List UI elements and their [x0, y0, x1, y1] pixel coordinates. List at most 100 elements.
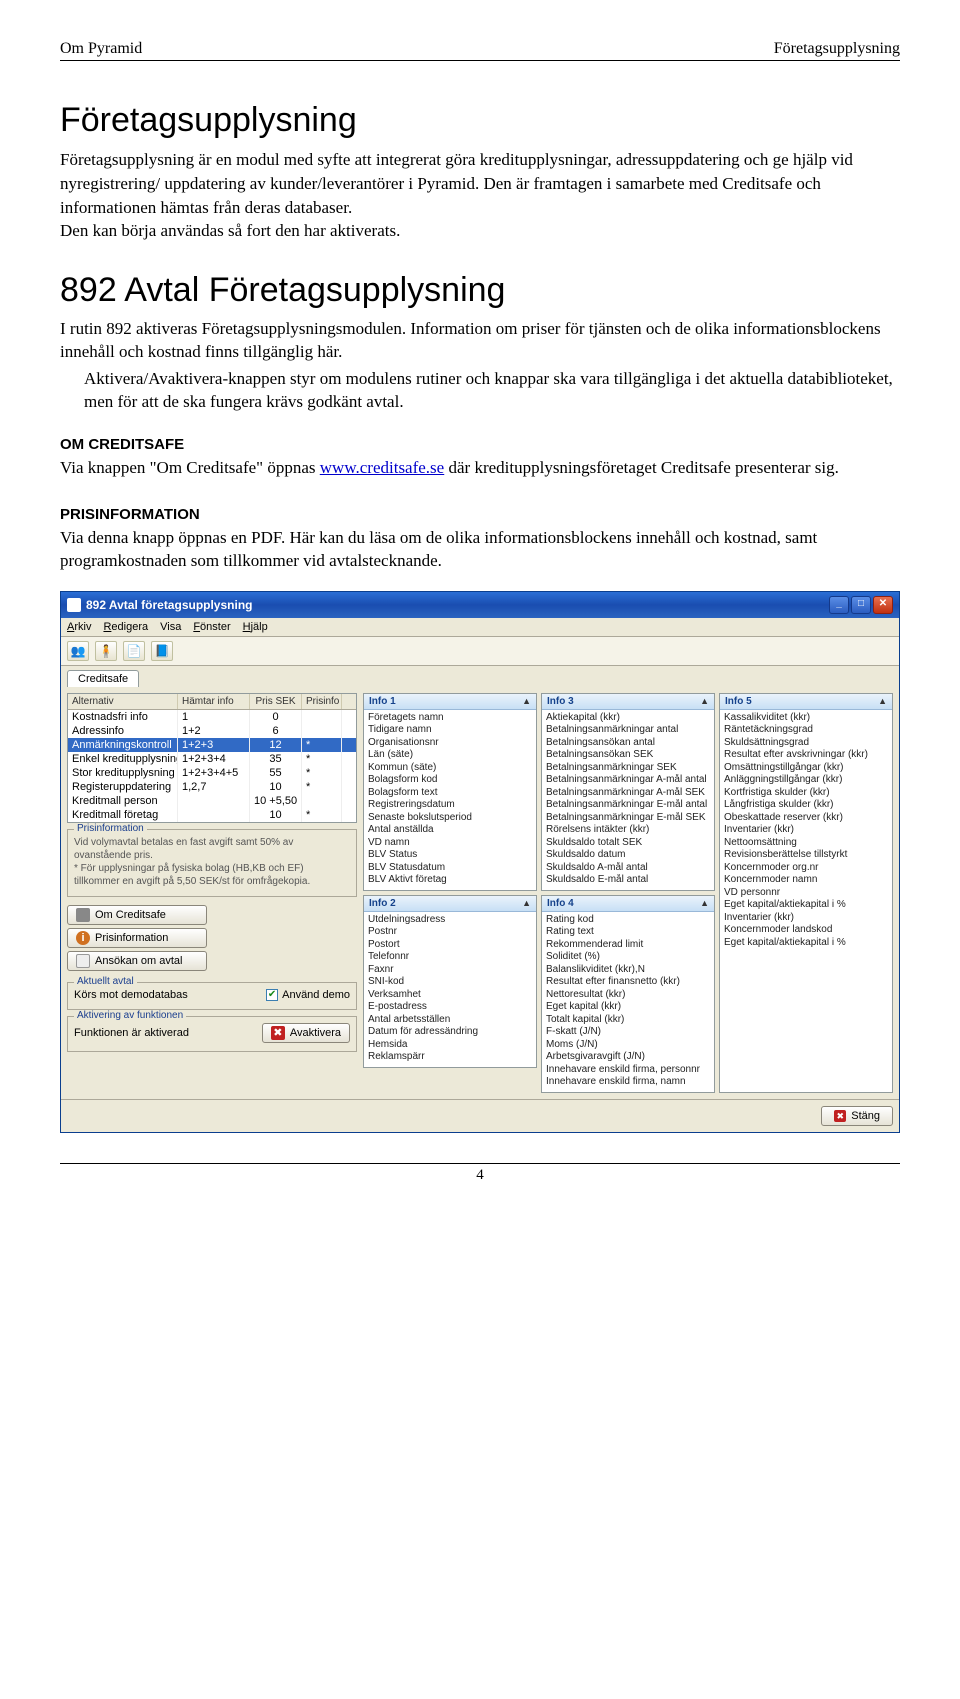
- menu-arkiv[interactable]: Arkiv: [67, 621, 91, 633]
- list-item: Omsättningstillgångar (kkr): [724, 762, 888, 775]
- list-item: Reklamspärr: [368, 1051, 532, 1064]
- alternatives-grid: Alternativ Hämtar info Pris SEK Prisinfo…: [67, 693, 357, 823]
- info5-box: Info 5▲ Kassalikviditet (kkr)Räntetäckni…: [719, 693, 893, 1093]
- list-item: Kommun (säte): [368, 762, 532, 775]
- stang-button[interactable]: ✖ Stäng: [821, 1106, 893, 1126]
- list-item: Hemsida: [368, 1039, 532, 1052]
- grid-header: Alternativ Hämtar info Pris SEK Prisinfo: [68, 694, 356, 710]
- list-item: Antal anställda: [368, 824, 532, 837]
- list-item: Resultat efter avskrivningar (kkr): [724, 749, 888, 762]
- list-item: F-skatt (J/N): [546, 1026, 710, 1039]
- tabstrip: Creditsafe: [61, 666, 899, 687]
- scroll-icon[interactable]: ▲: [522, 696, 531, 706]
- list-item: Senaste bokslutsperiod: [368, 812, 532, 825]
- list-item: Skuldsaldo datum: [546, 849, 710, 862]
- table-row[interactable]: Anmärkningskontroll1+2+312*: [68, 738, 356, 752]
- avaktivera-button[interactable]: ✖ Avaktivera: [262, 1023, 350, 1043]
- intro-paragraph: Företagsupplysning är en modul med syfte…: [60, 148, 900, 243]
- scroll-icon[interactable]: ▲: [700, 696, 709, 706]
- list-item: Innehavare enskild firma, personnr: [546, 1064, 710, 1077]
- subhead-om-creditsafe: OM CREDITSAFE: [60, 436, 900, 453]
- list-item: Revisionsberättelse tillstyrkt: [724, 849, 888, 862]
- list-item: Betalningsanmärkningar E-mål SEK: [546, 812, 710, 825]
- page-title: Företagsupplysning: [60, 101, 900, 140]
- om-creditsafe-button[interactable]: Om Creditsafe: [67, 905, 207, 925]
- table-row[interactable]: Stor kreditupplysning1+2+3+4+555*: [68, 766, 356, 780]
- menu-visa[interactable]: Visa: [160, 621, 181, 633]
- list-item: Kassalikviditet (kkr): [724, 712, 888, 725]
- list-item: Inventarier (kkr): [724, 912, 888, 925]
- list-item: Soliditet (%): [546, 951, 710, 964]
- list-item: Utdelningsadress: [368, 914, 532, 927]
- info-icon: i: [76, 931, 90, 945]
- list-item: Skuldsaldo totalt SEK: [546, 837, 710, 850]
- scroll-icon[interactable]: ▲: [522, 898, 531, 908]
- list-item: Skuldsaldo A-mål antal: [546, 862, 710, 875]
- toolbar-icon-4[interactable]: 📘: [151, 641, 173, 661]
- list-item: Koncernmoder namn: [724, 874, 888, 887]
- list-item: Telefonnr: [368, 951, 532, 964]
- menu-hjalp[interactable]: Hjälp: [243, 621, 268, 633]
- list-item: Betalningsansökan SEK: [546, 749, 710, 762]
- table-row[interactable]: Kreditmall person10 +5,50: [68, 794, 356, 808]
- list-item: Postnr: [368, 926, 532, 939]
- list-item: Inventarier (kkr): [724, 824, 888, 837]
- list-item: SNI-kod: [368, 976, 532, 989]
- menu-redigera[interactable]: Redigera: [103, 621, 148, 633]
- list-item: VD namn: [368, 837, 532, 850]
- document-header: Om Pyramid Företagsupplysning: [60, 40, 900, 61]
- table-row[interactable]: Adressinfo1+26: [68, 724, 356, 738]
- list-item: Rating text: [546, 926, 710, 939]
- list-item: Balanslikviditet (kkr),N: [546, 964, 710, 977]
- list-item: Län (säte): [368, 749, 532, 762]
- aktuellt-avtal-text: Körs mot demodatabas: [74, 989, 188, 1001]
- list-item: Skuldsättningsgrad: [724, 737, 888, 750]
- anvand-demo-checkbox[interactable]: ✔Använd demo: [266, 989, 350, 1001]
- list-item: BLV Aktivt företag: [368, 874, 532, 887]
- table-row[interactable]: Registeruppdatering1,2,710*: [68, 780, 356, 794]
- list-item: Postort: [368, 939, 532, 952]
- toolbar-icon-1[interactable]: 👥: [67, 641, 89, 661]
- table-row[interactable]: Enkel kreditupplysning1+2+3+435*: [68, 752, 356, 766]
- list-item: Resultat efter finansnetto (kkr): [546, 976, 710, 989]
- list-item: Rating kod: [546, 914, 710, 927]
- header-left: Om Pyramid: [60, 40, 142, 58]
- om-creditsafe-text: Via knappen "Om Creditsafe" öppnas www.c…: [60, 457, 900, 480]
- bottom-bar: ✖ Stäng: [61, 1099, 899, 1132]
- content-area: Alternativ Hämtar info Pris SEK Prisinfo…: [61, 687, 899, 1099]
- ansokan-button[interactable]: Ansökan om avtal: [67, 951, 207, 971]
- list-item: Rörelsens intäkter (kkr): [546, 824, 710, 837]
- aktivering-text: Funktionen är aktiverad: [74, 1027, 189, 1039]
- menu-fonster[interactable]: Fönster: [193, 621, 230, 633]
- toolbar-icon-2[interactable]: 🧍: [95, 641, 117, 661]
- subhead-prisinformation: PRISINFORMATION: [60, 506, 900, 523]
- prisinfo-text: Vid volymavtal betalas en fast avgift sa…: [74, 836, 350, 888]
- close-button[interactable]: ✕: [873, 596, 893, 614]
- table-row[interactable]: Kostnadsfri info10: [68, 710, 356, 724]
- toolbar: 👥 🧍 📄 📘: [61, 637, 899, 666]
- toolbar-icon-3[interactable]: 📄: [123, 641, 145, 661]
- app-window: 892 Avtal företagsupplysning _ □ ✕ Arkiv…: [60, 591, 900, 1133]
- creditsafe-link[interactable]: www.creditsafe.se: [320, 458, 444, 477]
- minimize-button[interactable]: _: [829, 596, 849, 614]
- prisinformation-button[interactable]: iPrisinformation: [67, 928, 207, 948]
- list-item: Bolagsform kod: [368, 774, 532, 787]
- list-item: Betalningsanmärkningar antal: [546, 724, 710, 737]
- list-item: Betalningsanmärkningar A-mål SEK: [546, 787, 710, 800]
- table-row[interactable]: Kreditmall företag10*: [68, 808, 356, 822]
- list-item: Eget kapital (kkr): [546, 1001, 710, 1014]
- aktivering-fieldset: Aktivering av funktionen Funktionen är a…: [67, 1016, 357, 1052]
- list-item: Aktiekapital (kkr): [546, 712, 710, 725]
- page-footer: 4: [60, 1163, 900, 1184]
- tab-creditsafe[interactable]: Creditsafe: [67, 670, 139, 687]
- aktuellt-avtal-fieldset: Aktuellt avtal Körs mot demodatabas ✔Anv…: [67, 982, 357, 1010]
- list-item: Arbetsgivaravgift (J/N): [546, 1051, 710, 1064]
- scroll-icon[interactable]: ▲: [878, 696, 887, 706]
- list-item: Tidigare namn: [368, 724, 532, 737]
- embedded-screenshot: 892 Avtal företagsupplysning _ □ ✕ Arkiv…: [60, 591, 900, 1133]
- list-item: Betalningsansökan antal: [546, 737, 710, 750]
- maximize-button[interactable]: □: [851, 596, 871, 614]
- info2-box: Info 2▲ UtdelningsadressPostnrPostortTel…: [363, 895, 537, 1068]
- scroll-icon[interactable]: ▲: [700, 898, 709, 908]
- list-item: Organisationsnr: [368, 737, 532, 750]
